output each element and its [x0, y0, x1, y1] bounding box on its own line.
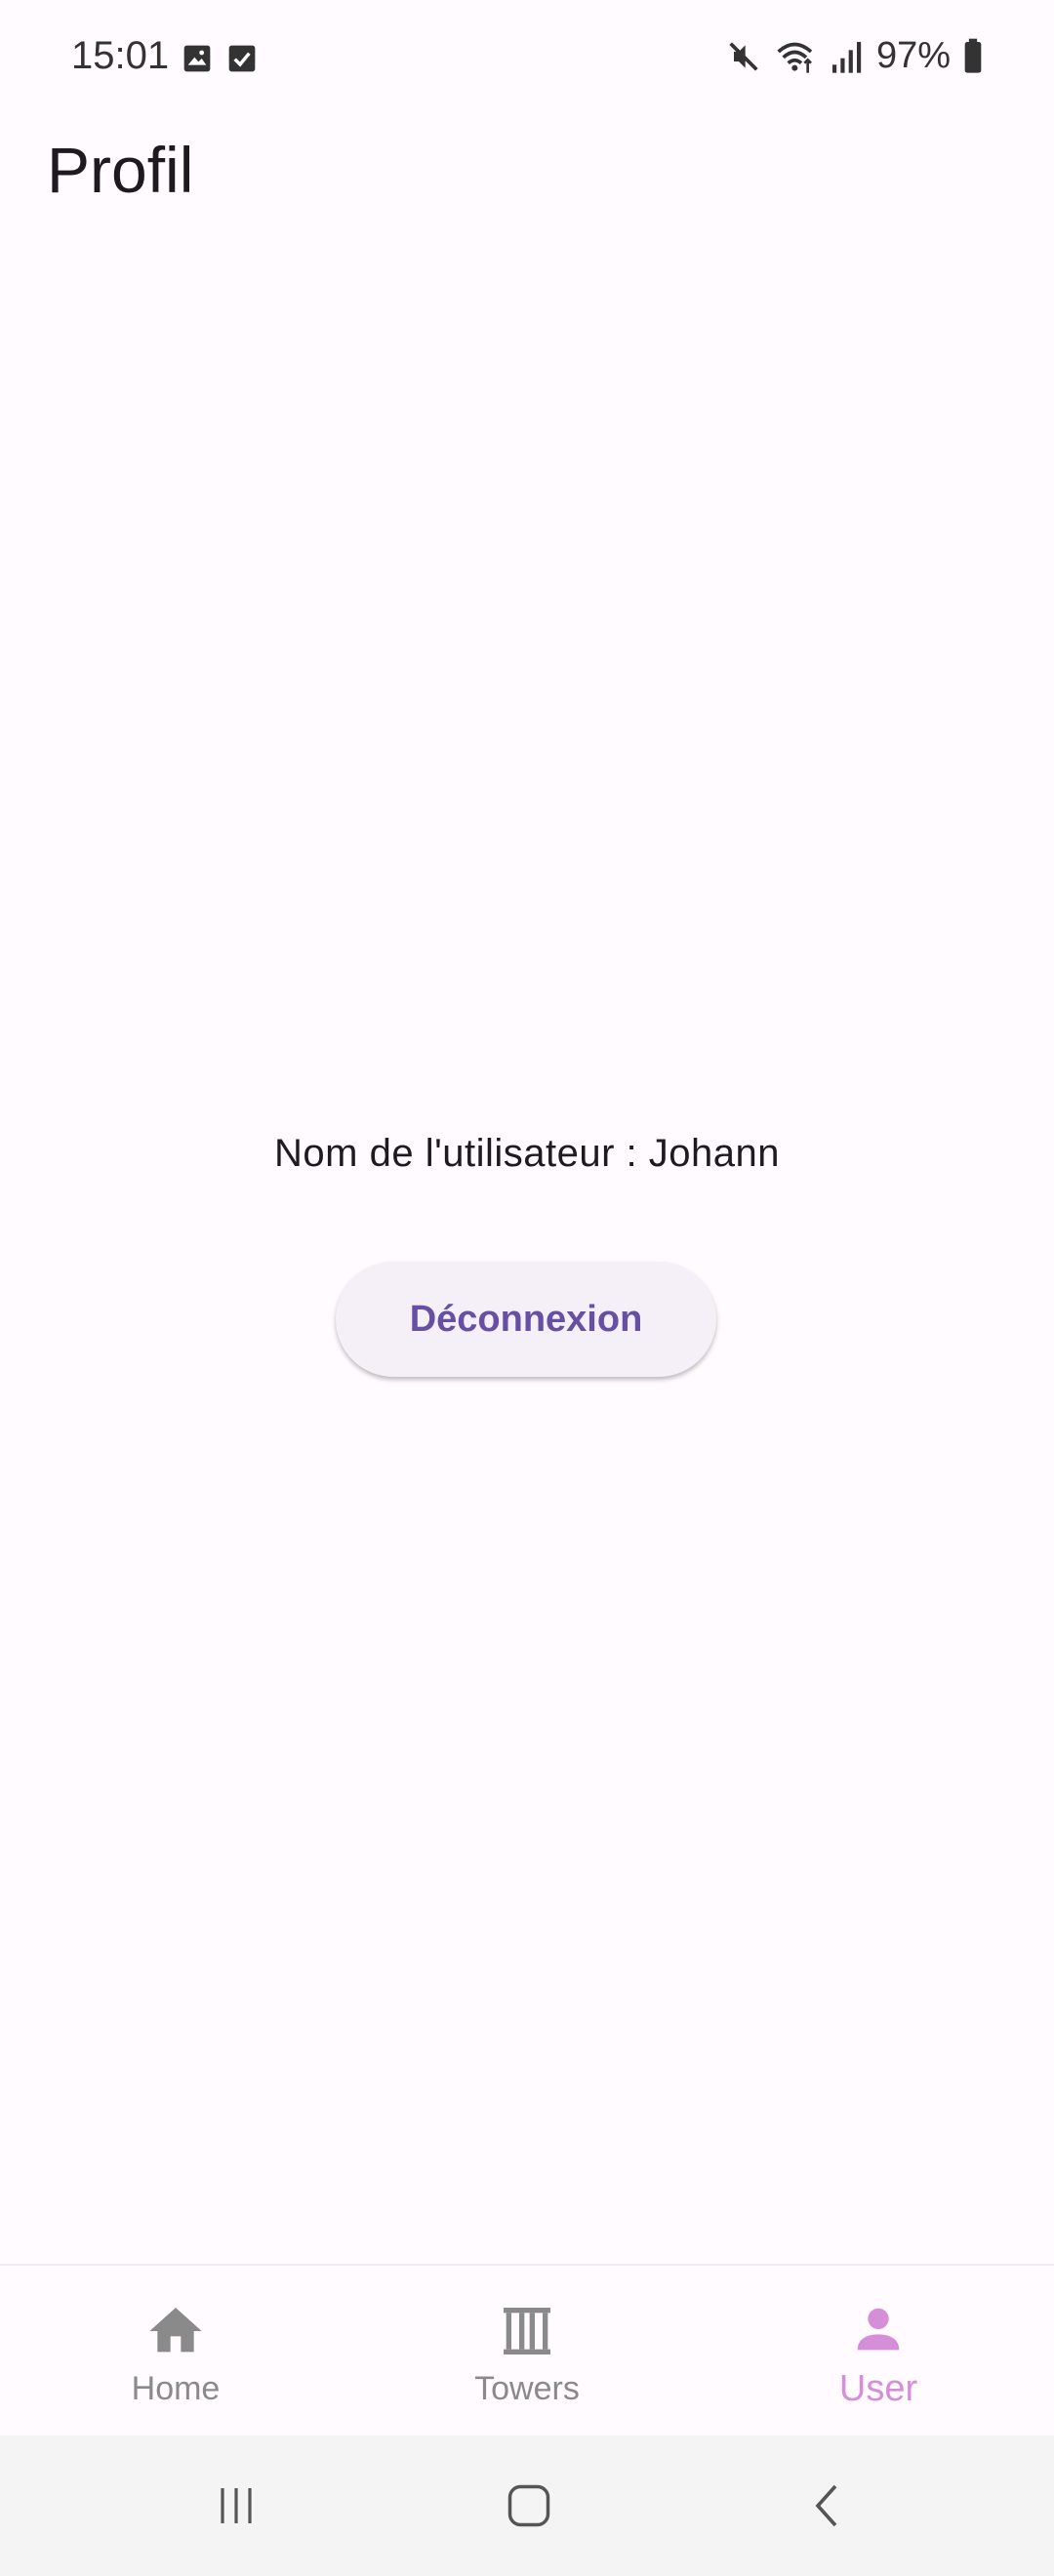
system-navigation-bar	[0, 2435, 1054, 2576]
nav-label-user: User	[838, 2367, 918, 2409]
status-time: 15:01	[71, 34, 170, 77]
bottom-navigation-bar: Home Towers User	[0, 2264, 1054, 2437]
home-icon	[149, 2307, 202, 2352]
nav-item-home[interactable]: Home	[0, 2266, 351, 2437]
page-title: Profil	[47, 134, 194, 206]
status-notification-icons	[182, 43, 258, 74]
nav-label-towers: Towers	[474, 2369, 580, 2407]
nav-item-towers[interactable]: Towers	[351, 2266, 703, 2437]
battery-icon	[964, 38, 982, 73]
status-bar: 15:01 97%	[0, 0, 1054, 117]
mute-icon	[729, 41, 758, 71]
home-square-icon	[507, 2484, 550, 2527]
back-button[interactable]	[789, 2475, 867, 2537]
signal-icon	[831, 41, 862, 73]
username-text: Nom de l'utilisateur : Johann	[274, 1132, 780, 1175]
checkbox-icon	[228, 45, 256, 72]
nav-label-home: Home	[131, 2369, 221, 2407]
wifi-icon	[777, 42, 813, 73]
back-chevron-icon	[815, 2484, 837, 2527]
recent-apps-icon	[221, 2488, 252, 2523]
home-system-button[interactable]	[490, 2475, 568, 2537]
logout-button[interactable]: Déconnexion	[336, 1262, 716, 1377]
user-icon	[857, 2308, 900, 2350]
image-icon	[183, 45, 211, 72]
recent-apps-button[interactable]	[197, 2475, 275, 2537]
status-system-icons: 97%	[724, 35, 984, 77]
battery-percentage: 97%	[875, 35, 951, 76]
screen: 15:01 97% Profil Nom de l'utilisateur: …	[0, 0, 1054, 2576]
nav-item-user[interactable]: User	[703, 2266, 1054, 2437]
towers-icon	[504, 2307, 550, 2355]
